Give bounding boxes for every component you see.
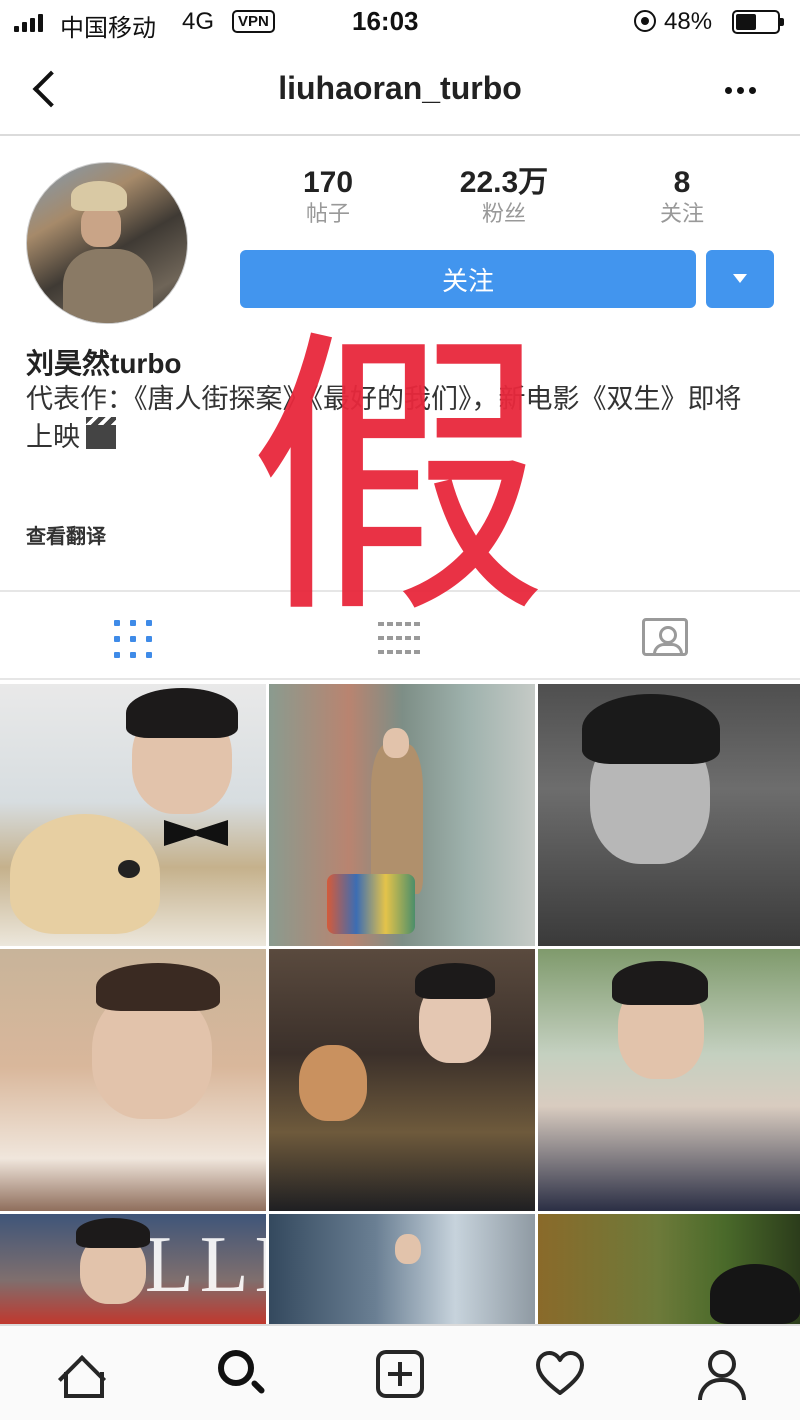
status-time: 16:03 [352,6,419,36]
grid-photo-6[interactable] [538,949,800,1211]
followers-count: 22.3万 [459,166,549,199]
rotation-lock-icon [634,10,656,32]
posts-count: 170 [302,166,354,199]
grid-icon [114,620,152,658]
carrier-name: 中国移动 [60,15,156,42]
bottom-navigation [0,1324,800,1420]
grid-photo-7[interactable]: ELLE [0,1214,266,1324]
profile-name: 刘昊然turbo [26,348,182,379]
grid-photo-8[interactable] [269,1214,535,1324]
signal-strength-icon [14,12,43,32]
tab-grid[interactable] [0,592,266,680]
profile-icon [696,1348,746,1400]
tab-list[interactable] [266,592,532,680]
following-label: 关注 [659,201,704,226]
grid-photo-1[interactable] [0,684,266,946]
status-bar: 中国移动 4G VPN 16:03 48% [0,0,800,44]
more-horizontal-icon [724,86,732,94]
grid-photo-9[interactable] [538,1214,800,1324]
list-icon [378,622,420,654]
battery-icon [732,10,784,34]
add-post-tab[interactable] [370,1344,430,1404]
home-icon [58,1352,104,1398]
vpn-badge: VPN [232,10,275,33]
avatar[interactable] [26,162,188,324]
tagged-photo-icon [642,618,688,656]
photo-grid: ELLE [0,684,800,1324]
page-title: liuhaoran_turbo [278,70,522,106]
search-tab[interactable] [210,1344,270,1404]
suggested-accounts-button[interactable] [706,250,774,308]
navigation-bar: liuhaoran_turbo [0,44,800,136]
more-options-button[interactable] [716,74,764,106]
tab-tagged[interactable] [532,592,798,680]
see-translation-link[interactable]: 查看翻译 [26,520,106,549]
add-post-icon [376,1350,424,1398]
network-type: 4G [182,8,215,35]
stat-posts[interactable]: 170 帖子 [258,166,398,228]
heart-icon [536,1351,584,1395]
stat-followers[interactable]: 22.3万 粉丝 [434,166,574,228]
grid-photo-5[interactable] [269,949,535,1211]
profile-stats: 170 帖子 22.3万 粉丝 8 关注 [240,166,774,236]
grid-photo-4[interactable] [0,949,266,1211]
posts-label: 帖子 [305,201,350,226]
grid-photo-2[interactable] [269,684,535,946]
battery-percent: 48% [664,8,713,35]
grid-photo-3[interactable] [538,684,800,946]
bio-text: 代表作：《唐人街探案》《最好的我们》，新电影《双生》即将上映 [26,384,742,452]
search-icon [218,1350,254,1386]
clapper-board-icon [86,417,116,449]
profile-tabs [0,590,800,680]
home-tab[interactable] [50,1344,110,1404]
followers-label: 粉丝 [481,201,526,226]
activity-tab[interactable] [530,1344,590,1404]
profile-tab[interactable] [690,1344,750,1404]
stat-following[interactable]: 8 关注 [612,166,752,228]
follow-button[interactable]: 关注 [240,250,696,308]
profile-bio: 代表作：《唐人街探案》《最好的我们》，新电影《双生》即将上映 [26,380,766,456]
following-count: 8 [673,166,691,199]
